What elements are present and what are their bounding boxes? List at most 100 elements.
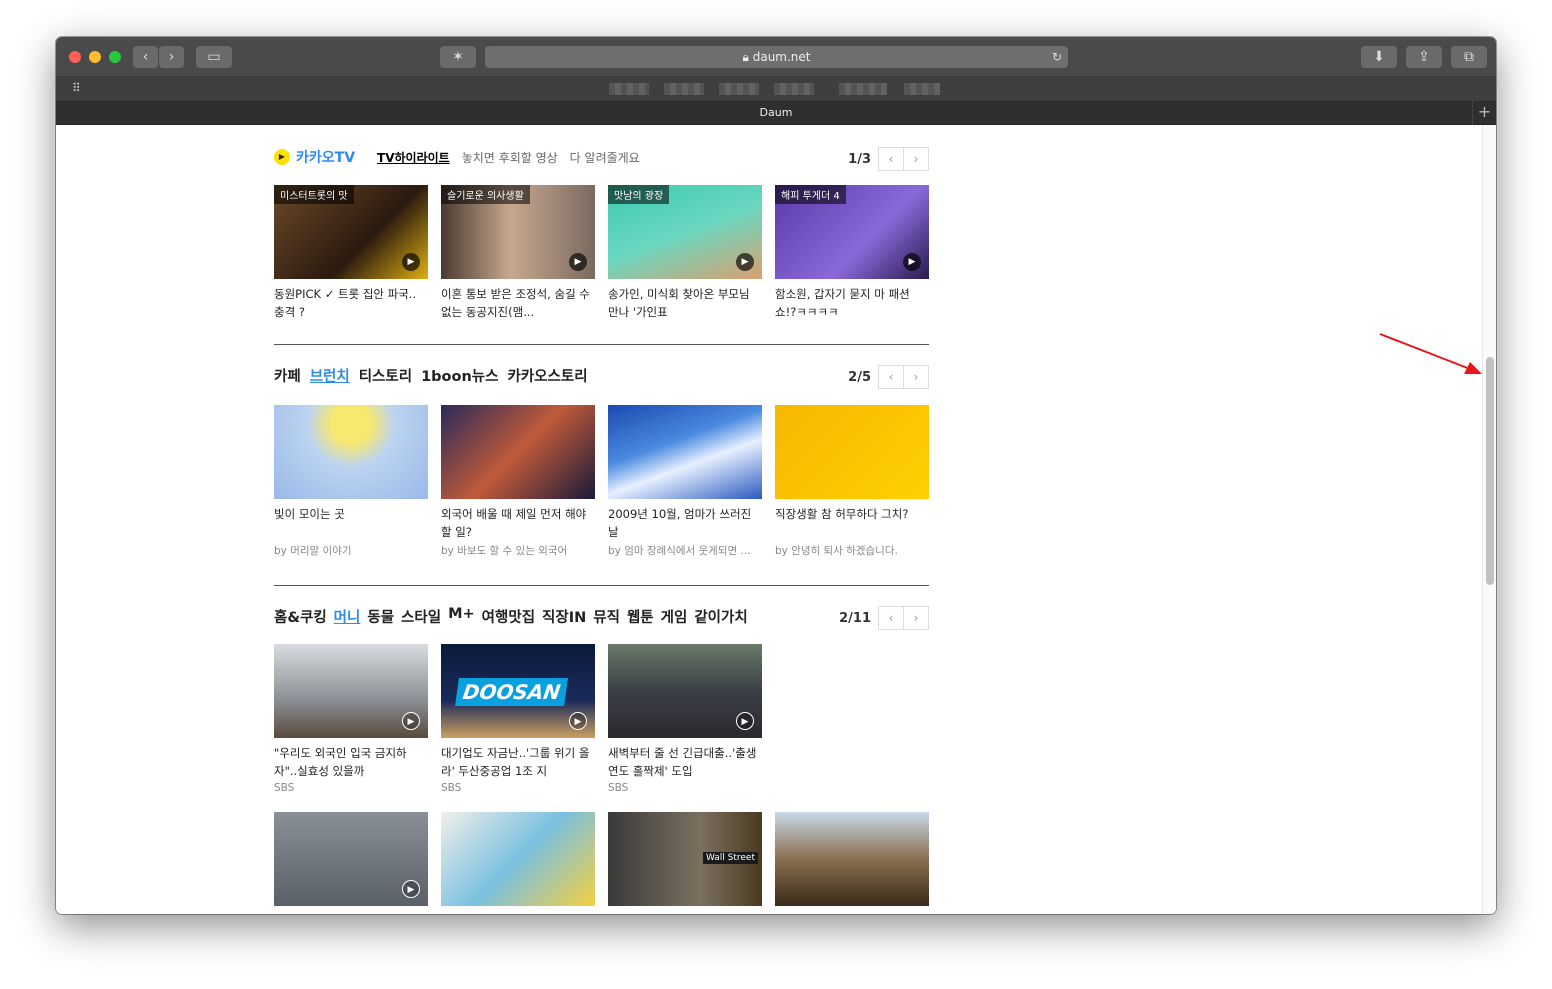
minimize-window-button[interactable]: [89, 51, 101, 63]
tab-overview-icon[interactable]: ⧉: [1451, 46, 1487, 68]
tab-title[interactable]: Daum: [760, 106, 793, 119]
article-title[interactable]: 직장생활 참 허무하다 그치?: [775, 505, 929, 541]
news-thumbnail[interactable]: [441, 812, 595, 906]
article-card[interactable]: 빛이 모이는 곳 by 머리말 이야기: [274, 405, 428, 558]
news-thumbnail[interactable]: Wall Street: [608, 812, 762, 906]
kakaotv-brand[interactable]: 카카오TV: [296, 147, 355, 167]
video-title[interactable]: 송가인, 미식회 찾아온 부모님 만나 '가인표: [608, 285, 762, 321]
new-tab-button[interactable]: +: [1472, 101, 1496, 125]
address-bar[interactable]: 🔒︎ daum.net ↻: [485, 46, 1068, 68]
prev-page-button[interactable]: ‹: [878, 147, 904, 171]
forward-button[interactable]: ›: [159, 46, 184, 68]
video-card[interactable]: 해피 투게더 4 ▶ 함소원, 갑자기 묻지 마 패션쇼!?ㅋㅋㅋㅋ: [775, 185, 929, 321]
share-icon[interactable]: ⇪: [1406, 46, 1442, 68]
tab-music[interactable]: 뮤직: [593, 606, 620, 627]
tab-game[interactable]: 게임: [661, 606, 688, 627]
extension-icon[interactable]: ✶: [440, 46, 476, 68]
back-button[interactable]: ‹: [133, 46, 158, 68]
news-card[interactable]: [775, 812, 929, 906]
play-icon[interactable]: ▶: [402, 712, 420, 730]
play-icon[interactable]: ▶: [736, 253, 754, 271]
news-title[interactable]: "우리도 외국인 입국 금지하자"..실효성 있을까: [274, 744, 428, 780]
play-icon[interactable]: ▶: [402, 880, 420, 898]
tab-brunch[interactable]: 브런치: [310, 365, 350, 386]
tab-tv-highlight[interactable]: TV하이라이트: [377, 149, 450, 166]
bookmark-item[interactable]: [774, 83, 814, 95]
tab-together[interactable]: 같이가치: [694, 606, 747, 627]
video-title[interactable]: 함소원, 갑자기 묻지 마 패션쇼!?ㅋㅋㅋㅋ: [775, 285, 929, 321]
video-card[interactable]: 맛남의 광장 ▶ 송가인, 미식회 찾아온 부모님 만나 '가인표: [608, 185, 762, 321]
article-title[interactable]: 외국어 배울 때 제일 먼저 해야 할 일?: [441, 505, 595, 541]
article-thumbnail[interactable]: [608, 405, 762, 499]
news-card[interactable]: ▶ "우리도 외국인 입국 금지하자"..실효성 있을까 SBS: [274, 644, 428, 794]
tab-tistory[interactable]: 티스토리: [359, 365, 412, 386]
article-thumbnail[interactable]: [775, 405, 929, 499]
bookmark-item[interactable]: [609, 83, 649, 95]
tab-work[interactable]: 직장IN: [542, 606, 586, 627]
tab-style[interactable]: 스타일: [401, 606, 441, 627]
play-icon[interactable]: ▶: [569, 712, 587, 730]
url-text: daum.net: [752, 50, 811, 64]
tab-money[interactable]: 머니: [334, 606, 361, 627]
next-page-button[interactable]: ›: [903, 147, 929, 171]
bookmark-item[interactable]: [664, 83, 704, 95]
prev-page-button[interactable]: ‹: [878, 606, 904, 630]
news-card[interactable]: DOOSAN ▶ 대기업도 자금난..'그룹 위기 올라' 두산중공업 1조 지…: [441, 644, 595, 794]
video-thumbnail[interactable]: 미스터트롯의 맛 ▶: [274, 185, 428, 279]
play-icon[interactable]: ▶: [569, 253, 587, 271]
news-card[interactable]: ▶ 새벽부터 줄 선 긴급대출..'출생연도 홀짝제' 도입 SBS: [608, 644, 762, 794]
next-page-button[interactable]: ›: [903, 606, 929, 630]
news-thumbnail[interactable]: [775, 812, 929, 906]
tab-webtoon[interactable]: 웹툰: [627, 606, 654, 627]
tab-tell-all[interactable]: 다 알려줄게요: [570, 149, 640, 166]
reload-icon[interactable]: ↻: [1052, 46, 1062, 68]
article-card[interactable]: 직장생활 참 허무하다 그치? by 안녕히 퇴사 하겠습니다.: [775, 405, 929, 558]
tab-must-watch[interactable]: 놓치면 후회할 영상: [462, 149, 558, 166]
video-thumbnail[interactable]: 슬기로운 의사생활 ▶: [441, 185, 595, 279]
video-card[interactable]: 미스터트롯의 맛 ▶ 동원PICK ✓ 트롯 집안 파국.. 충격 ?: [274, 185, 428, 321]
tab-animal[interactable]: 동물: [367, 606, 394, 627]
bookmark-item[interactable]: [839, 83, 887, 95]
article-card[interactable]: 외국어 배울 때 제일 먼저 해야 할 일? by 바보도 할 수 있는 외국어: [441, 405, 595, 558]
play-icon[interactable]: ▶: [402, 253, 420, 271]
sidebar-toggle-button[interactable]: ▭: [196, 46, 232, 68]
tab-mplus[interactable]: M+: [448, 606, 475, 627]
article-thumbnail[interactable]: [441, 405, 595, 499]
news-thumbnail[interactable]: ▶: [274, 812, 428, 906]
play-icon[interactable]: ▶: [903, 253, 921, 271]
news-thumbnail[interactable]: ▶: [274, 644, 428, 738]
prev-page-button[interactable]: ‹: [878, 365, 904, 389]
tab-cafe[interactable]: 카페: [274, 365, 301, 386]
favorites-grid-icon[interactable]: ⠿: [72, 81, 81, 95]
tab-kakaostory[interactable]: 카카오스토리: [508, 365, 588, 386]
next-page-button[interactable]: ›: [903, 365, 929, 389]
news-card[interactable]: Wall Street: [608, 812, 762, 906]
news-title[interactable]: 대기업도 자금난..'그룹 위기 올라' 두산중공업 1조 지: [441, 744, 595, 780]
video-thumbnail[interactable]: 맛남의 광장 ▶: [608, 185, 762, 279]
news-title[interactable]: 새벽부터 줄 선 긴급대출..'출생연도 홀짝제' 도입: [608, 744, 762, 780]
play-icon[interactable]: ▶: [736, 712, 754, 730]
news-thumbnail[interactable]: DOOSAN ▶: [441, 644, 595, 738]
scrollbar-thumb[interactable]: [1486, 357, 1494, 585]
zoom-window-button[interactable]: [109, 51, 121, 63]
video-card[interactable]: 슬기로운 의사생활 ▶ 이혼 통보 받은 조정석, 숨길 수 없는 동공지진(맴…: [441, 185, 595, 321]
video-title[interactable]: 동원PICK ✓ 트롯 집안 파국.. 충격 ?: [274, 285, 428, 321]
bookmark-item[interactable]: [904, 83, 940, 95]
news-card[interactable]: ▶: [274, 812, 428, 906]
article-title[interactable]: 2009년 10월, 엄마가 쓰러진 날: [608, 505, 762, 541]
tab-travel[interactable]: 여행맛집: [482, 606, 535, 627]
article-card[interactable]: 2009년 10월, 엄마가 쓰러진 날 by 엄마 장례식에서 웃게되면 ..…: [608, 405, 762, 558]
video-thumbnail[interactable]: 해피 투게더 4 ▶: [775, 185, 929, 279]
article-title[interactable]: 빛이 모이는 곳: [274, 505, 428, 541]
close-window-button[interactable]: [69, 51, 81, 63]
news-thumbnail[interactable]: ▶: [608, 644, 762, 738]
bookmark-item[interactable]: [719, 83, 759, 95]
program-tag: 맛남의 광장: [608, 185, 670, 204]
video-title[interactable]: 이혼 통보 받은 조정석, 숨길 수 없는 동공지진(맴...: [441, 285, 595, 321]
news-card[interactable]: [441, 812, 595, 906]
tab-1boon[interactable]: 1boon뉴스: [421, 365, 498, 386]
article-thumbnail[interactable]: [274, 405, 428, 499]
downloads-icon[interactable]: ⬇: [1361, 46, 1397, 68]
tab-home-cooking[interactable]: 홈&쿠킹: [274, 606, 327, 627]
vertical-scrollbar[interactable]: [1482, 125, 1496, 914]
